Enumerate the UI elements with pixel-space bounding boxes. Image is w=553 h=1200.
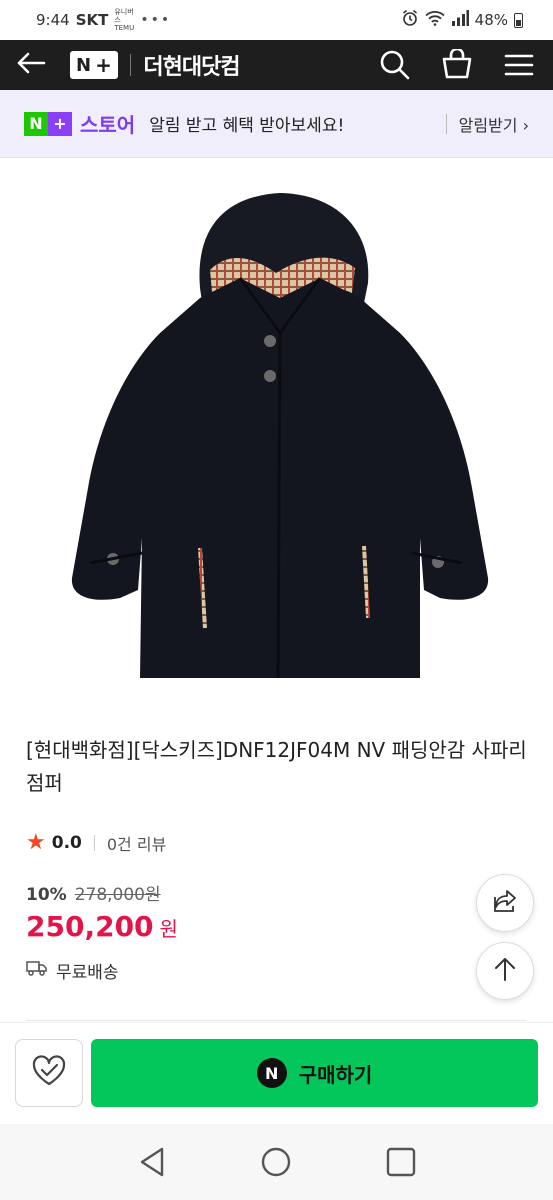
content-divider xyxy=(26,1020,527,1021)
home-circle-icon[interactable] xyxy=(256,1142,296,1182)
menu-icon[interactable] xyxy=(501,47,537,83)
sale-price: 250,200 xyxy=(26,910,154,943)
cart-icon[interactable] xyxy=(439,47,475,83)
system-nav-bar xyxy=(0,1124,553,1200)
notify-button[interactable]: 알림받기 › xyxy=(459,112,529,136)
discount-rate: 10% xyxy=(26,885,67,905)
heart-check-icon xyxy=(31,1055,67,1091)
scroll-top-button[interactable] xyxy=(476,942,534,1000)
wishlist-button[interactable] xyxy=(15,1039,83,1107)
logo-n: N xyxy=(76,54,92,76)
share-icon xyxy=(491,887,519,919)
status-time: 9:44 xyxy=(36,11,70,29)
app-header: N + 더현대닷컴 xyxy=(0,40,553,90)
discount-row: 10% 278,000원 xyxy=(26,880,161,905)
notification-dots: ••• xyxy=(140,12,172,28)
rating-row: ★ 0.0 0건 리뷰 xyxy=(26,830,166,855)
truck-icon xyxy=(26,960,48,981)
carrier-badge: 유니버스 TEMU xyxy=(114,8,135,32)
shipping-label: 무료배송 xyxy=(56,963,119,983)
price-row: 250,200 원 xyxy=(26,910,178,943)
purchase-action-bar: N 구매하기 xyxy=(0,1022,553,1124)
rating-score: 0.0 xyxy=(51,832,82,853)
back-triangle-icon[interactable] xyxy=(132,1142,172,1182)
banner-message: 알림 받고 혜택 받아보세요! xyxy=(149,116,345,136)
signal-icon xyxy=(451,10,469,30)
share-button[interactable] xyxy=(476,874,534,932)
badge-n: N xyxy=(24,111,48,136)
buy-label: 구매하기 xyxy=(298,1062,373,1087)
back-arrow-icon[interactable] xyxy=(16,51,56,80)
header-divider xyxy=(129,54,132,76)
logo-plus: + xyxy=(95,53,112,77)
battery-icon xyxy=(514,12,523,28)
status-carrier: SKT xyxy=(75,11,109,29)
review-count[interactable]: 0건 리뷰 xyxy=(107,831,166,855)
status-bar: 9:44 SKT 유니버스 TEMU ••• 48% xyxy=(0,0,553,40)
rating-separator xyxy=(93,834,95,851)
banner-separator xyxy=(445,113,447,134)
currency-unit: 원 xyxy=(159,917,178,941)
wifi-icon xyxy=(425,10,445,30)
alarm-icon xyxy=(401,9,419,31)
arrow-up-icon xyxy=(493,956,517,986)
badge-plus: + xyxy=(48,111,72,136)
buy-button[interactable]: N 구매하기 xyxy=(91,1039,538,1107)
site-title[interactable]: 더현대닷컴 xyxy=(143,49,240,81)
original-price: 278,000원 xyxy=(74,885,161,905)
product-title: [현대백화점][닥스키즈]DNF12JF04M NV 패딩안감 사파리점퍼 xyxy=(26,738,527,795)
status-left: 9:44 SKT 유니버스 TEMU ••• xyxy=(36,8,171,32)
search-icon[interactable] xyxy=(377,47,413,83)
star-icon: ★ xyxy=(26,830,46,855)
header-icons xyxy=(377,47,537,83)
product-image[interactable] xyxy=(0,158,553,708)
battery-percent: 48% xyxy=(474,11,508,29)
store-name: 스토어 xyxy=(80,113,136,137)
naver-plus-badge: N + xyxy=(24,111,72,136)
shipping-row: 무료배송 xyxy=(26,958,119,983)
naver-plus-logo[interactable]: N + xyxy=(70,51,118,79)
status-right: 48% xyxy=(401,9,523,31)
store-banner[interactable]: N + 스토어 알림 받고 혜택 받아보세요! 알림받기 › xyxy=(0,90,553,158)
recents-square-icon[interactable] xyxy=(381,1142,421,1182)
naver-pay-icon: N xyxy=(256,1058,287,1088)
navy-hooded-jacket-image xyxy=(71,193,489,679)
